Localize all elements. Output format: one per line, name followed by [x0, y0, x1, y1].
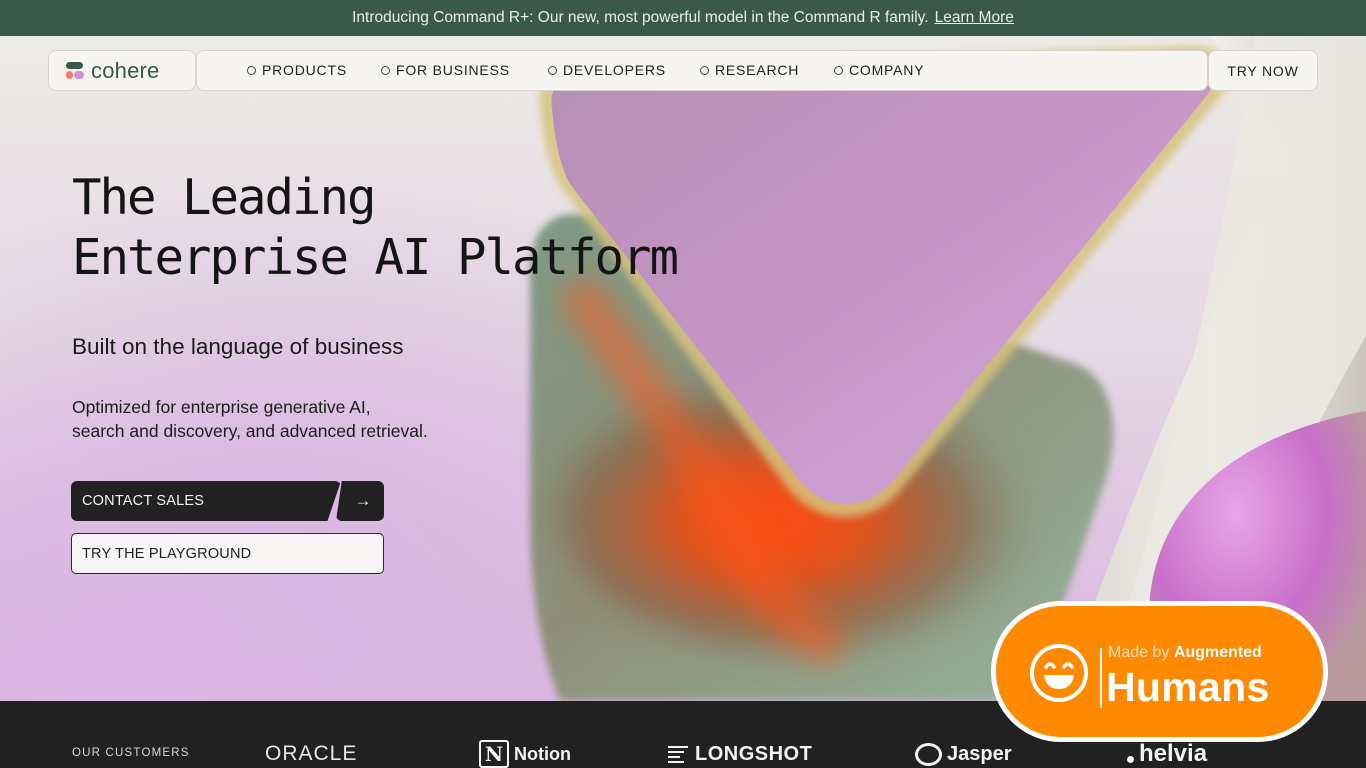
nav-item-label: FOR BUSINESS [396, 62, 510, 78]
badge-caption: Made by Augmented [1108, 644, 1262, 662]
hero-subheadline: Built on the language of business [72, 334, 404, 359]
customers-label: OUR CUSTOMERS [72, 747, 190, 759]
customer-logo-notion: N Notion [479, 739, 571, 768]
hero-headline: The Leading Enterprise AI Platform [72, 168, 679, 288]
badge-divider [1100, 648, 1102, 708]
try-playground-button[interactable]: TRY THE PLAYGROUND [71, 533, 384, 574]
cohere-logo[interactable]: cohere [48, 50, 196, 91]
badge-emphasis: Augmented [1173, 644, 1262, 661]
description-line-2: search and discovery, and advanced retri… [72, 421, 428, 441]
nav-item-label: DEVELOPERS [563, 62, 666, 78]
badge-title: Humans [1106, 664, 1270, 710]
nav-item-research[interactable]: RESEARCH [700, 51, 799, 89]
nav-item-company[interactable]: COMPANY [834, 51, 924, 89]
headline-line-1: The Leading [72, 169, 377, 226]
logo-text: Notion [514, 743, 571, 764]
nav-item-label: PRODUCTS [262, 62, 347, 78]
try-now-button[interactable]: TRY NOW [1208, 50, 1318, 91]
logo-text: ORACLE [265, 742, 358, 765]
nav-item-label: RESEARCH [715, 62, 800, 78]
jasper-ring-icon [915, 742, 942, 766]
badge-prefix: Made by [1108, 644, 1170, 661]
headline-line-2: Enterprise AI Platform [72, 229, 679, 286]
notion-logo-icon: N [479, 740, 509, 768]
smiley-face-icon [1030, 644, 1088, 702]
circle-bullet-icon [834, 65, 843, 75]
helvia-dot-icon [1127, 755, 1134, 763]
logo-text: helvia [1139, 740, 1208, 767]
longshot-lines-icon [668, 745, 688, 763]
cohere-logo-icon [66, 62, 85, 79]
circle-bullet-icon [548, 65, 557, 75]
contact-sales-arrow-button[interactable]: → [336, 481, 384, 521]
learn-more-link[interactable]: Learn More [935, 9, 1014, 27]
hero-description: Optimized for enterprise generative AI, … [72, 395, 428, 443]
main-nav: PRODUCTS FOR BUSINESS DEVELOPERS RESEARC… [196, 50, 1208, 91]
contact-sales-button[interactable]: CONTACT SALES [71, 481, 341, 521]
announcement-text: Introducing Command R+: Our new, most po… [352, 9, 929, 26]
description-line-1: Optimized for enterprise generative AI, [72, 397, 371, 417]
nav-item-products[interactable]: PRODUCTS [247, 51, 347, 89]
circle-bullet-icon [381, 65, 390, 75]
logo-text: LONGSHOT [695, 742, 813, 765]
customer-logo-helvia: helvia [1127, 739, 1207, 768]
nav-item-developers[interactable]: DEVELOPERS [548, 51, 666, 89]
made-by-augmented-humans-badge: Made by Augmented Humans [991, 601, 1328, 742]
circle-bullet-icon [247, 65, 256, 75]
logo-wordmark: cohere [91, 57, 160, 83]
customer-logo-jasper: Jasper [915, 739, 1012, 768]
arrow-right-icon: → [354, 491, 372, 510]
nav-item-for-business[interactable]: FOR BUSINESS [381, 51, 510, 89]
logo-text: Jasper [947, 742, 1012, 765]
nav-item-label: COMPANY [849, 62, 925, 78]
announcement-bar: Introducing Command R+: Our new, most po… [0, 0, 1366, 36]
circle-bullet-icon [700, 65, 709, 75]
customer-logo-oracle: ORACLE [265, 739, 357, 768]
customer-logo-longshot: LONGSHOT [668, 739, 812, 768]
